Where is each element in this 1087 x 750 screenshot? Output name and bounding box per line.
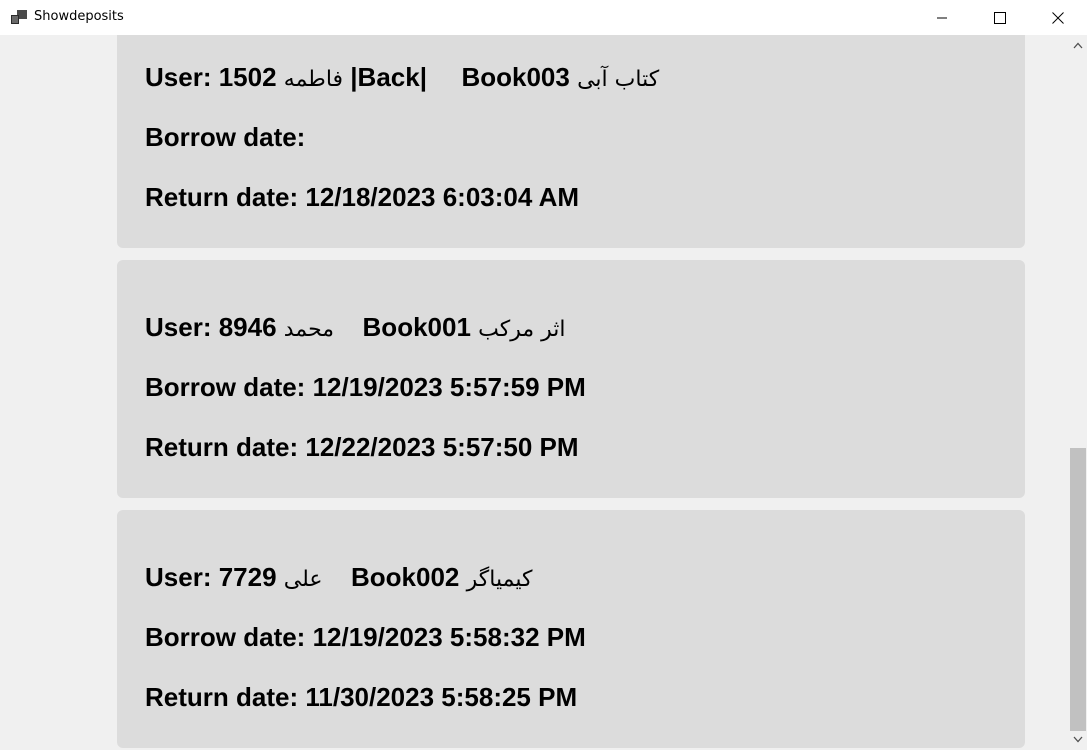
scroll-down-button[interactable] [1069, 731, 1087, 748]
maximize-icon [994, 11, 1006, 24]
book-title: اثر مرکب [478, 317, 566, 342]
deposit-card: User: 1502 فاطمه |Back| Book003 کتاب آبی… [117, 35, 1025, 248]
title-bar: Showdeposits [0, 0, 1087, 35]
return-label: Return date: [145, 432, 299, 462]
user-line: User: 8946 محمد Book001 اثر مرکب [145, 312, 566, 343]
user-line: User: 7729 علی Book002 کیمیاگر [145, 562, 532, 593]
return-label: Return date: [145, 182, 299, 212]
user-name: علی [283, 567, 323, 592]
minimize-button[interactable] [913, 0, 971, 35]
deposits-list[interactable]: User: 1502 فاطمه |Back| Book003 کتاب آبی… [0, 35, 1069, 750]
user-name: محمد [283, 317, 335, 342]
book-title: کتاب آبی [577, 67, 660, 92]
minimize-icon [937, 17, 947, 18]
user-id: 7729 [218, 562, 277, 592]
scroll-thumb[interactable] [1070, 448, 1086, 731]
user-line: User: 1502 فاطمه |Back| Book003 کتاب آبی [145, 62, 659, 93]
borrow-label: Borrow date: [145, 122, 306, 152]
vertical-scrollbar[interactable] [1069, 35, 1087, 750]
chevron-up-icon [1073, 42, 1083, 49]
borrow-line: Borrow date: 12/19/2023 5:57:59 PM [145, 372, 586, 403]
borrow-date: 12/19/2023 5:57:59 PM [312, 372, 586, 402]
book-id: Book003 [461, 62, 570, 92]
app-icon [11, 10, 27, 24]
user-label: User: [145, 562, 212, 592]
scroll-up-button[interactable] [1069, 37, 1087, 54]
deposit-card: User: 8946 محمد Book001 اثر مرکب Borrow … [117, 260, 1025, 498]
user-label: User: [145, 62, 212, 92]
close-icon [1052, 11, 1064, 24]
borrow-label: Borrow date: [145, 622, 306, 652]
borrow-label: Borrow date: [145, 372, 306, 402]
maximize-button[interactable] [971, 0, 1029, 35]
return-label: Return date: [145, 682, 299, 712]
return-line: Return date: 11/30/2023 5:58:25 PM [145, 682, 577, 713]
chevron-down-icon [1073, 736, 1083, 743]
user-name: فاطمه [283, 67, 344, 92]
user-id: 8946 [218, 312, 277, 342]
close-button[interactable] [1029, 0, 1087, 35]
borrow-line: Borrow date: [145, 122, 305, 153]
return-line: Return date: 12/22/2023 5:57:50 PM [145, 432, 579, 463]
book-id: Book001 [362, 312, 471, 342]
borrow-date: 12/19/2023 5:58:32 PM [312, 622, 586, 652]
return-date: 11/30/2023 5:58:25 PM [305, 682, 578, 712]
book-id: Book002 [351, 562, 460, 592]
return-date: 12/18/2023 6:03:04 AM [305, 182, 580, 212]
status-label: |Back| [350, 62, 427, 92]
return-line: Return date: 12/18/2023 6:03:04 AM [145, 182, 579, 213]
return-date: 12/22/2023 5:57:50 PM [305, 432, 579, 462]
user-id: 1502 [218, 62, 277, 92]
book-title: کیمیاگر [466, 567, 533, 592]
user-label: User: [145, 312, 212, 342]
deposit-card: User: 7729 علی Book002 کیمیاگر Borrow da… [117, 510, 1025, 748]
window-title: Showdeposits [34, 9, 124, 24]
borrow-line: Borrow date: 12/19/2023 5:58:32 PM [145, 622, 586, 653]
